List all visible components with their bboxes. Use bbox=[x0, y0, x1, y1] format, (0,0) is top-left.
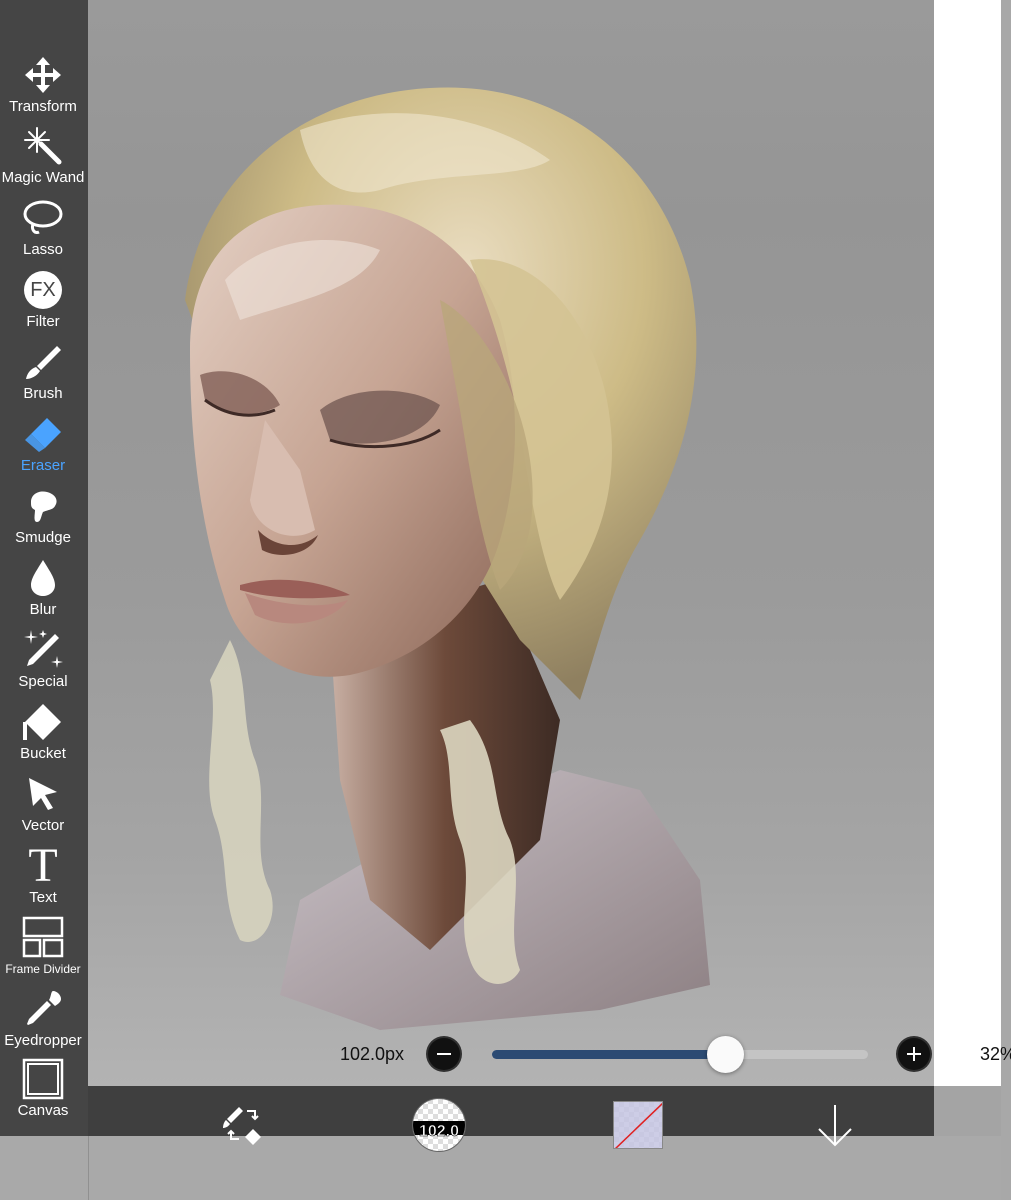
cursor-arrow-icon bbox=[0, 771, 86, 817]
eraser-icon bbox=[0, 411, 86, 457]
droplet-icon bbox=[0, 555, 86, 601]
tool-label: Frame Divider bbox=[5, 962, 81, 976]
brush-preview-value: 102.0 bbox=[418, 1123, 460, 1141]
smudge-icon bbox=[0, 483, 86, 529]
tool-special[interactable]: Special bbox=[0, 627, 86, 699]
tool-text[interactable]: T Text bbox=[0, 839, 86, 915]
frame-divider-icon bbox=[0, 914, 86, 960]
tool-label: Smudge bbox=[15, 529, 71, 546]
tool-magic-wand[interactable]: Magic Wand bbox=[0, 123, 86, 195]
fx-icon: FX bbox=[0, 267, 86, 313]
tool-label: Canvas bbox=[17, 1102, 69, 1119]
down-arrow-icon[interactable] bbox=[810, 1098, 860, 1152]
tool-label: Brush bbox=[23, 385, 63, 402]
eyedropper-icon bbox=[0, 986, 86, 1032]
text-t-icon: T bbox=[0, 839, 86, 892]
lasso-icon bbox=[0, 195, 86, 241]
tool-blur[interactable]: Blur bbox=[0, 555, 86, 627]
opacity-label: 32% bbox=[980, 1044, 1011, 1064]
move-arrows-icon bbox=[0, 52, 86, 98]
brush-size-label: 102.0px bbox=[340, 1044, 405, 1064]
plus-circle-icon[interactable] bbox=[896, 1036, 932, 1072]
brush-preview: 102.0 bbox=[412, 1098, 466, 1152]
screen-edge bbox=[1001, 0, 1011, 1200]
tool-vector[interactable]: Vector bbox=[0, 771, 86, 843]
tool-label: Eraser bbox=[20, 457, 66, 474]
sparkle-pen-icon bbox=[0, 627, 86, 673]
tool-filter[interactable]: FX Filter bbox=[0, 267, 86, 339]
canvas-square-icon bbox=[0, 1056, 86, 1102]
tool-label: Magic Wand bbox=[1, 169, 85, 186]
canvas-margin-area bbox=[934, 0, 1001, 1086]
divider bbox=[88, 1136, 89, 1200]
tool-canvas[interactable]: Canvas bbox=[0, 1056, 86, 1128]
portrait-painting bbox=[185, 87, 710, 1030]
bottom-toolbar bbox=[88, 1086, 934, 1136]
tool-smudge[interactable]: Smudge bbox=[0, 483, 86, 555]
tool-lasso[interactable]: Lasso bbox=[0, 195, 86, 267]
brush-preview-button[interactable]: 102.0 bbox=[411, 1098, 467, 1152]
tool-label: Bucket bbox=[20, 745, 66, 762]
tool-frame-divider[interactable]: Frame Divider bbox=[0, 914, 86, 986]
tool-label: Blur bbox=[29, 601, 57, 618]
slider-knob[interactable] bbox=[706, 1036, 744, 1073]
bucket-icon bbox=[0, 699, 86, 745]
brush-eraser-swap-icon[interactable] bbox=[216, 1098, 270, 1152]
brush-icon bbox=[0, 339, 86, 385]
tool-label: Vector bbox=[21, 817, 65, 834]
tool-eraser[interactable]: Eraser bbox=[0, 411, 86, 483]
drawing-canvas[interactable] bbox=[88, 0, 934, 1086]
tool-bucket[interactable]: Bucket bbox=[0, 699, 86, 771]
minus-circle-icon[interactable] bbox=[426, 1036, 462, 1072]
brush-size-slider[interactable] bbox=[492, 1036, 868, 1073]
tool-label: Text bbox=[29, 889, 57, 906]
text-glyph: T bbox=[28, 839, 58, 892]
color-swatch bbox=[613, 1101, 663, 1149]
tool-label: Lasso bbox=[22, 241, 64, 258]
tool-eyedropper[interactable]: Eyedropper bbox=[0, 986, 86, 1058]
tool-brush[interactable]: Brush bbox=[0, 339, 86, 411]
tool-label: Filter bbox=[26, 313, 60, 330]
tool-sidebar: Transform Magic Wand Lasso FX Filter Bru… bbox=[0, 0, 88, 1136]
tool-label: Eyedropper bbox=[4, 1032, 82, 1049]
fx-glyph: FX bbox=[24, 271, 62, 309]
tool-label: Transform bbox=[9, 98, 77, 115]
magic-wand-icon bbox=[0, 123, 86, 169]
tool-label: Special bbox=[18, 673, 68, 690]
color-swatch-button[interactable] bbox=[612, 1098, 664, 1152]
tool-transform[interactable]: Transform bbox=[0, 52, 86, 124]
slider-fill bbox=[492, 1050, 726, 1059]
ibispaint-screen: Transform Magic Wand Lasso FX Filter Bru… bbox=[0, 0, 1011, 1200]
